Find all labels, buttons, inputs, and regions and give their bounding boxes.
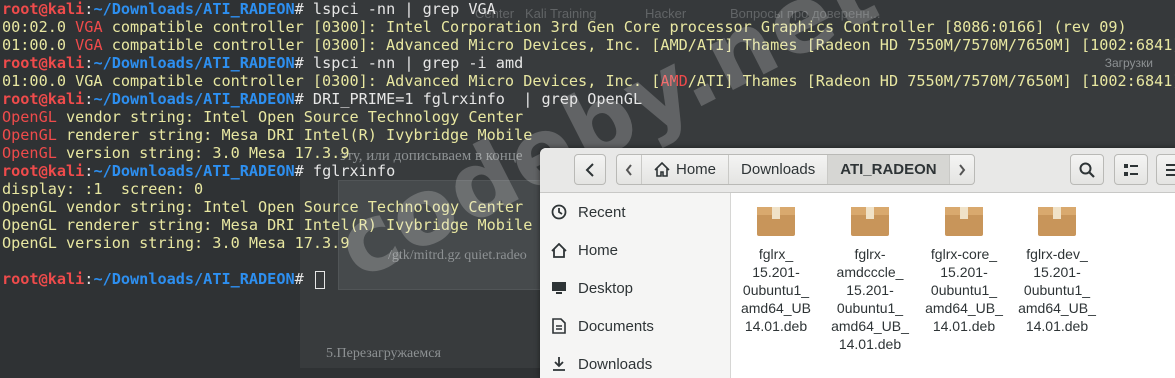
file-item[interactable]: fglrx-core_ 15.201- 0ubuntu1_ amd64_UB_ … <box>919 203 1009 335</box>
output-text: OpenGL renderer string: Mesa DRI Intel(R… <box>2 216 533 234</box>
sidebar-item-downloads[interactable]: Downloads <box>540 345 730 378</box>
breadcrumb-home-label: Home <box>676 161 717 178</box>
output-text: vendor string: Intel Open Source Technol… <box>56 108 524 126</box>
file-name: fglrx-dev_ 15.201- 0ubuntu1_ amd64_UB_ 1… <box>1018 246 1096 334</box>
sidebar-item-label: Downloads <box>578 355 653 373</box>
sidebar-item-documents[interactable]: Documents <box>540 307 730 345</box>
prompt-path: ~/Downloads/ATI_RADEON <box>93 270 295 288</box>
package-icon <box>1037 203 1077 237</box>
chevron-right-icon <box>958 163 965 176</box>
output-text: OpenGL vendor string: Intel Open Source … <box>2 198 524 216</box>
breadcrumb-downloads[interactable]: Downloads <box>729 155 829 184</box>
terminal-output-line: 00:02.0 VGA compatible controller [0300]… <box>0 18 1175 36</box>
terminal-command: fglrxinfo <box>312 162 396 180</box>
sidebar-item-recent[interactable]: Recent <box>540 193 730 231</box>
terminal-command: lspci -nn | grep VGA <box>312 0 496 18</box>
prompt-user: root@kali <box>2 162 85 180</box>
sidebar-item-desktop[interactable]: Desktop <box>540 269 730 307</box>
terminal-prompt-line: root@kali:~/Downloads/ATI_RADEON# lspci … <box>0 0 1175 18</box>
prompt-path: ~/Downloads/ATI_RADEON <box>93 0 295 18</box>
bg-text-3: 5.Перезагружаемся <box>326 346 441 361</box>
terminal-output-line: OpenGL vendor string: Intel Open Source … <box>0 108 1175 126</box>
output-text: OpenGL version string: 3.0 Mesa 17.3.9 <box>2 234 350 252</box>
terminal-command: lspci -nn | grep -i amd <box>312 54 524 72</box>
menu-button[interactable] <box>1156 154 1175 185</box>
terminal-prompt-line: root@kali:~/Downloads/ATI_RADEON# DRI_PR… <box>0 90 1175 108</box>
output-text: renderer string: Mesa DRI Intel(R) Ivybr… <box>56 126 533 144</box>
highlighted-match: OpenGL <box>2 144 57 162</box>
output-text: /ATI] Thames [Radeon HD 7550M/7570M/7650… <box>687 72 1175 90</box>
file-item[interactable]: fglrx_ 15.201- 0ubuntu1_ amd64_UB 14.01.… <box>731 203 821 335</box>
output-text: 01:00.0 <box>2 36 76 54</box>
sidebar-item-label: Documents <box>578 317 654 335</box>
file-item[interactable]: fglrx-dev_ 15.201- 0ubuntu1_ amd64_UB_ 1… <box>1012 203 1102 335</box>
places-sidebar: Recent Home Desktop Documents Downloads <box>540 193 731 378</box>
highlighted-match: VGA <box>75 36 103 54</box>
file-name: fglrx-core_ 15.201- 0ubuntu1_ amd64_UB_ … <box>925 246 1003 334</box>
terminal-command: DRI_PRIME=1 fglrxinfo | grep OpenGL <box>312 90 643 108</box>
output-text: 00:02.0 <box>2 18 76 36</box>
highlighted-match: VGA <box>75 18 103 36</box>
breadcrumb-right-arrow[interactable] <box>950 155 974 184</box>
sidebar-item-home[interactable]: Home <box>540 231 730 269</box>
output-text: display: :1 screen: 0 <box>2 180 204 198</box>
downloads-icon <box>540 356 578 372</box>
file-manager-window[interactable]: Home Downloads ATI_RADEON Recent Home De… <box>540 148 1175 378</box>
output-text: 01:00.0 VGA compatible controller [0300]… <box>2 72 661 90</box>
breadcrumb-left-arrow[interactable] <box>617 155 642 184</box>
sidebar-item-label: Desktop <box>578 279 634 297</box>
prompt-user: root@kali <box>2 90 85 108</box>
view-list-button[interactable] <box>1114 154 1148 185</box>
hamburger-icon <box>1166 163 1175 176</box>
prompt-hash: # <box>294 54 313 72</box>
home-icon <box>654 162 670 177</box>
chevron-left-icon <box>585 162 594 177</box>
prompt-hash: # <box>294 162 313 180</box>
package-icon <box>850 203 890 237</box>
sidebar-item-label: Home <box>578 241 619 259</box>
output-text: version string: 3.0 Mesa 17.3.9 <box>56 144 350 162</box>
breadcrumb-home[interactable]: Home <box>642 155 730 184</box>
prompt-hash: # <box>294 90 313 108</box>
list-view-icon <box>1124 163 1138 176</box>
terminal-output-line: OpenGL renderer string: Mesa DRI Intel(R… <box>0 126 1175 144</box>
package-icon <box>756 203 796 237</box>
prompt-user: root@kali <box>2 0 85 18</box>
prompt-hash: # <box>294 270 313 288</box>
search-icon <box>1079 162 1095 178</box>
desktop-icon <box>540 281 578 295</box>
highlighted-match: OpenGL <box>2 126 57 144</box>
prompt-user: root@kali <box>2 54 85 72</box>
breadcrumb-ati-radeon[interactable]: ATI_RADEON <box>828 155 950 184</box>
terminal-output-line: 01:00.0 VGA compatible controller [0300]… <box>0 72 1175 90</box>
home-icon <box>540 242 578 258</box>
output-text: compatible controller [0300]: Intel Corp… <box>102 18 1127 36</box>
file-item[interactable]: fglrx- amdcccle_ 15.201- 0ubuntu1_ amd64… <box>825 203 915 353</box>
file-grid: fglrx_ 15.201- 0ubuntu1_ amd64_UB 14.01.… <box>731 193 1175 378</box>
terminal-cursor[interactable] <box>314 270 325 289</box>
prompt-path: ~/Downloads/ATI_RADEON <box>93 90 295 108</box>
chevron-left-icon <box>625 163 632 176</box>
terminal-prompt-line: root@kali:~/Downloads/ATI_RADEON# lspci … <box>0 54 1175 72</box>
back-button[interactable] <box>574 154 606 185</box>
highlighted-match: OpenGL <box>2 108 57 126</box>
package-icon <box>944 203 984 237</box>
documents-icon <box>540 318 578 334</box>
terminal-output-line: 01:00.0 VGA compatible controller [0300]… <box>0 36 1175 54</box>
file-name: fglrx- amdcccle_ 15.201- 0ubuntu1_ amd64… <box>831 246 909 352</box>
prompt-hash: # <box>294 0 313 18</box>
highlighted-match: AMD <box>660 72 688 90</box>
breadcrumb: Home Downloads ATI_RADEON <box>616 154 975 185</box>
prompt-path: ~/Downloads/ATI_RADEON <box>93 162 295 180</box>
file-manager-header: Home Downloads ATI_RADEON <box>540 148 1175 193</box>
file-name: fglrx_ 15.201- 0ubuntu1_ amd64_UB 14.01.… <box>740 246 812 334</box>
prompt-user: root@kali <box>2 270 85 288</box>
search-button[interactable] <box>1070 154 1104 185</box>
prompt-path: ~/Downloads/ATI_RADEON <box>93 54 295 72</box>
output-text: compatible controller [0300]: Advanced M… <box>102 36 1175 54</box>
sidebar-item-label: Recent <box>578 203 626 221</box>
clock-icon <box>540 204 578 220</box>
